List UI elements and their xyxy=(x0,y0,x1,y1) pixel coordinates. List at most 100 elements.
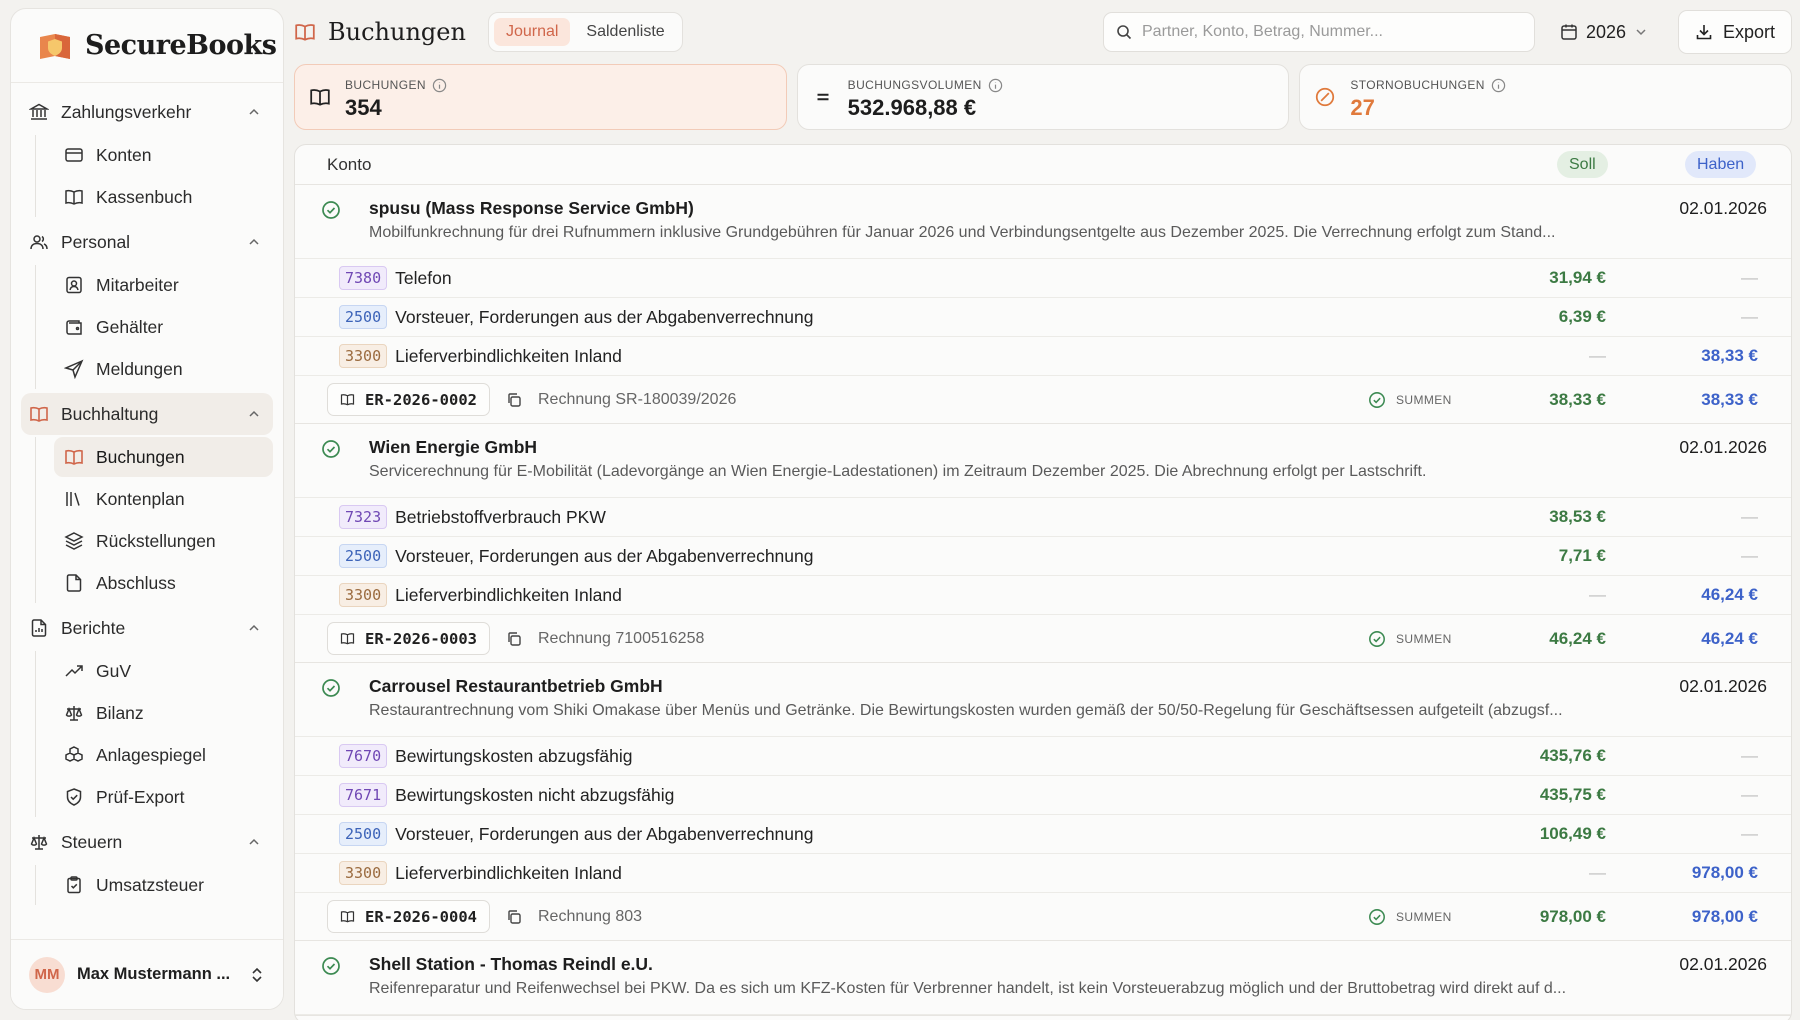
account-number[interactable]: 7670 xyxy=(339,744,388,768)
sidebar-item-kassenbuch[interactable]: Kassenbuch xyxy=(54,177,273,217)
chevron-up-icon[interactable] xyxy=(247,235,261,249)
table-row[interactable]: 2500 Vorsteuer, Forderungen aus der Abgab… xyxy=(295,298,1791,337)
nav-group-buchhaltung: Buchhaltung Buchungen Kontenplan Rückste… xyxy=(21,393,273,603)
chevron-up-icon[interactable] xyxy=(247,407,261,421)
entry-date: 02.01.2026 xyxy=(1679,437,1767,457)
sidebar-item-anlagespiegel[interactable]: Anlagespiegel xyxy=(54,735,273,775)
copy-icon[interactable] xyxy=(506,909,522,925)
sidebar-item-konten[interactable]: Konten xyxy=(54,135,273,175)
beleg-button[interactable]: ER-2026-0003 xyxy=(327,622,490,655)
account-number[interactable]: 2500 xyxy=(339,305,388,329)
account-number[interactable]: 7380 xyxy=(339,266,388,290)
search-input[interactable]: Partner, Konto, Betrag, Nummer... xyxy=(1103,12,1535,52)
account-number[interactable]: 2500 xyxy=(339,822,388,846)
chevron-up-icon[interactable] xyxy=(247,621,261,635)
journal-entry[interactable]: Shell Station - Thomas Reindl e.U. Reifen… xyxy=(295,941,1791,1016)
chevron-up-icon[interactable] xyxy=(247,105,261,119)
search-icon xyxy=(1116,24,1132,40)
sidebar-item-umsatzsteuer[interactable]: Umsatzsteuer xyxy=(54,865,273,905)
group-items: Konten Kassenbuch xyxy=(35,135,273,217)
user-menu[interactable]: MM Max Mustermann ... xyxy=(11,939,283,1009)
sidebar-item-rueckstellungen[interactable]: Rückstellungen xyxy=(54,521,273,561)
check-circle-icon xyxy=(1368,908,1386,926)
sum-haben: 978,00 € xyxy=(1691,906,1758,926)
stat-value: 532.968,88 € xyxy=(847,94,977,120)
group-items: Mitarbeiter Gehälter Meldungen xyxy=(35,265,273,389)
account-number[interactable]: 3300 xyxy=(339,861,388,885)
stat-stornobuchungen[interactable]: STORNOBUCHUNGEN 27 xyxy=(1299,64,1793,130)
tab-saldenliste[interactable]: Saldenliste xyxy=(574,18,676,46)
card-icon xyxy=(64,145,84,165)
group-label: Berichte xyxy=(61,617,126,638)
table-row[interactable]: 7670 Bewirtungskosten abzugsfähig 435,76 €… xyxy=(295,737,1791,776)
entry-summary: ER-2026-0003 Rechnung 7100516258 SUMMEN 46,… xyxy=(295,615,1791,662)
journal-table: Konto Soll Haben spusu (Mass Response Se… xyxy=(294,144,1792,1020)
account-number[interactable]: 7323 xyxy=(339,505,388,529)
journal-entry[interactable]: Wien Energie GmbH Servicerechnung für E-M… xyxy=(295,424,1791,663)
tab-journal[interactable]: Journal xyxy=(493,18,571,46)
journal-entry[interactable]: Carrousel Restaurantbetrieb GmbH Restaura… xyxy=(295,663,1791,941)
info-icon[interactable] xyxy=(988,78,1003,93)
entry-header[interactable]: spusu (Mass Response Service GmbH) Mobilf… xyxy=(295,185,1791,259)
sidebar-item-gehaelter[interactable]: Gehälter xyxy=(54,307,273,347)
book-open-icon xyxy=(340,909,355,924)
sidebar-item-meldungen[interactable]: Meldungen xyxy=(54,349,273,389)
sidebar-item-kontenplan[interactable]: Kontenplan xyxy=(54,479,273,519)
export-button[interactable]: Export xyxy=(1678,10,1792,54)
year-select[interactable]: 2026 xyxy=(1550,12,1658,52)
sidebar-item-guv[interactable]: GuV xyxy=(54,651,273,691)
beleg-button[interactable]: ER-2026-0004 xyxy=(327,900,490,933)
check-circle-icon xyxy=(1368,391,1386,409)
avatar: MM xyxy=(29,956,65,993)
sidebar-item-abschluss[interactable]: Abschluss xyxy=(54,563,273,603)
table-row[interactable]: 7323 Betriebstoffverbrauch PKW 38,53 € — xyxy=(295,498,1791,537)
col-soll: Soll xyxy=(1557,151,1608,178)
sidebar-item-mitarbeiter[interactable]: Mitarbeiter xyxy=(54,265,273,305)
account-number[interactable]: 3300 xyxy=(339,344,388,368)
stat-label: BUCHUNGSVOLUMEN xyxy=(847,78,982,92)
entry-header[interactable]: Shell Station - Thomas Reindl e.U. Reifen… xyxy=(295,941,1791,1015)
sidebar-item-bilanz[interactable]: Bilanz xyxy=(54,693,273,733)
nav-group-zahlungsverkehr: Zahlungsverkehr Konten Kassenbuch xyxy=(21,91,273,217)
beleg-button[interactable]: ER-2026-0002 xyxy=(327,383,490,416)
account-number[interactable]: 3300 xyxy=(339,583,388,607)
group-head-personal[interactable]: Personal xyxy=(21,221,273,263)
check-circle-icon xyxy=(1368,630,1386,648)
group-head-berichte[interactable]: Berichte xyxy=(21,607,273,649)
info-icon[interactable] xyxy=(432,78,447,93)
entry-header[interactable]: Carrousel Restaurantbetrieb GmbH Restaura… xyxy=(295,663,1791,737)
chevron-up-icon[interactable] xyxy=(247,835,261,849)
table-row[interactable]: 7380 Telefon 31,94 € — xyxy=(295,259,1791,298)
account-number[interactable]: 7671 xyxy=(339,783,388,807)
group-head-buchhaltung[interactable]: Buchhaltung xyxy=(21,393,273,435)
sidebar-item-label: Bilanz xyxy=(96,702,144,723)
copy-icon[interactable] xyxy=(506,631,522,647)
table-row[interactable]: 2500 Vorsteuer, Forderungen aus der Abgab… xyxy=(295,815,1791,854)
table-row[interactable]: 3300 Lieferverbindlichkeiten Inland — 38,33… xyxy=(295,337,1791,376)
table-row[interactable]: 3300 Lieferverbindlichkeiten Inland — 46,24… xyxy=(295,576,1791,615)
table-row[interactable]: 3300 Lieferverbindlichkeiten Inland — 978,0… xyxy=(295,854,1791,893)
sidebar-item-label: Kassenbuch xyxy=(96,186,193,207)
sidebar: SecureBooks Zahlungsverkehr Konten Kasse… xyxy=(10,8,284,1010)
table-row[interactable]: 2500 Vorsteuer, Forderungen aus der Abgab… xyxy=(295,537,1791,576)
stat-label: STORNOBUCHUNGEN xyxy=(1350,78,1485,92)
group-head-zahlungsverkehr[interactable]: Zahlungsverkehr xyxy=(21,91,273,133)
stat-buchungsvolumen[interactable]: BUCHUNGSVOLUMEN 532.968,88 € xyxy=(796,64,1290,130)
brand[interactable]: SecureBooks xyxy=(11,9,283,83)
info-icon[interactable] xyxy=(1491,78,1506,93)
group-head-steuern[interactable]: Steuern xyxy=(21,821,273,863)
sidebar-item-pruef-export[interactable]: Prüf-Export xyxy=(54,777,273,817)
entry-header[interactable]: Wien Energie GmbH Servicerechnung für E-M… xyxy=(295,424,1791,498)
sidebar-item-label: Konten xyxy=(96,144,152,165)
check-circle-icon xyxy=(321,956,341,976)
table-row[interactable]: 7671 Bewirtungskosten nicht abzugsfähig 43… xyxy=(295,776,1791,815)
journal-entry[interactable]: spusu (Mass Response Service GmbH) Mobilf… xyxy=(295,185,1791,424)
chevrons-up-down-icon[interactable] xyxy=(249,966,265,984)
stat-buchungen[interactable]: BUCHUNGEN 354 xyxy=(294,64,787,130)
entry-date: 02.01.2026 xyxy=(1679,954,1767,974)
group-label: Buchhaltung xyxy=(61,403,159,424)
chevron-down-icon xyxy=(1634,25,1648,39)
sidebar-item-buchungen[interactable]: Buchungen xyxy=(54,437,273,477)
copy-icon[interactable] xyxy=(506,392,522,408)
account-number[interactable]: 2500 xyxy=(339,544,388,568)
